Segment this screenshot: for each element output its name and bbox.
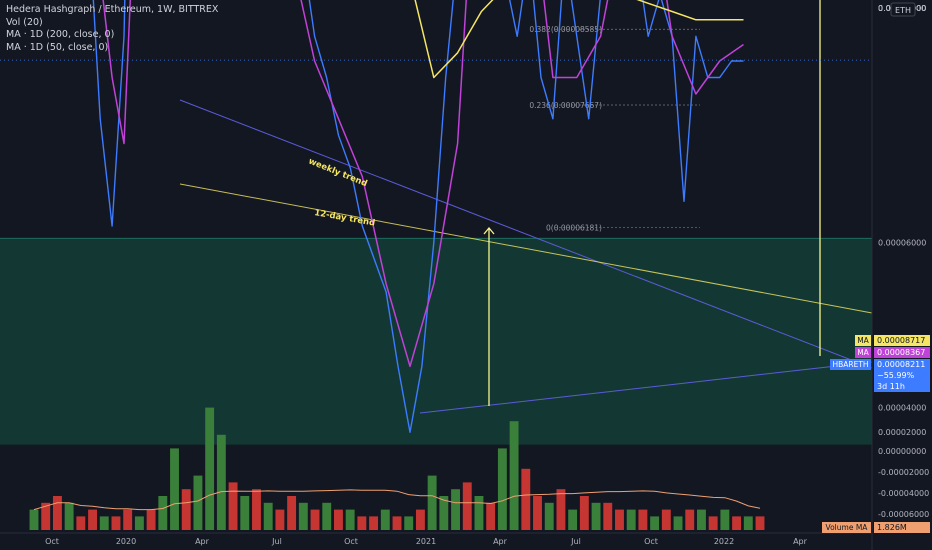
volume-bar <box>415 509 425 530</box>
volume-bar <box>263 502 273 530</box>
legend-volume[interactable]: Vol (20) <box>6 17 218 30</box>
volume-bar <box>486 502 496 530</box>
volume-bar <box>521 468 531 530</box>
volume-bar <box>287 496 297 530</box>
volume-bar <box>673 516 683 530</box>
volume-bar <box>579 496 589 530</box>
volume-bar <box>123 509 133 530</box>
ma200-tag-label: MA <box>857 336 869 345</box>
volume-bar <box>252 489 261 530</box>
volume-bar <box>404 516 414 530</box>
volume-tick-label: -0.00002000 <box>878 468 929 477</box>
legend-ma50[interactable]: MA · 1D (50, close, 0) <box>6 42 218 55</box>
volume-bar <box>134 516 144 530</box>
volume-bar <box>451 489 460 530</box>
volume-bar <box>568 509 578 530</box>
time-tick-label: Apr <box>793 537 808 546</box>
volume-bar <box>685 509 695 530</box>
ma50-tag-label: MA <box>857 348 869 357</box>
volume-bar <box>170 448 179 530</box>
volume-tick-label: -0.00004000 <box>878 489 929 498</box>
volume-bar <box>732 516 742 530</box>
volume-bar <box>334 509 343 530</box>
volume-bar <box>462 482 472 530</box>
volume-bar <box>216 434 226 530</box>
fib-label: 0(0.00006181) <box>546 224 602 233</box>
volume-tick-label: 0.00002000 <box>878 428 926 437</box>
volume-bar <box>591 502 601 530</box>
volume-bar <box>497 448 507 530</box>
volume-bar <box>29 509 39 530</box>
volume-bar <box>146 509 156 530</box>
volume-bar <box>380 509 390 530</box>
volume-bar <box>708 516 718 530</box>
chart-legend: Hedera Hashgraph / Ethereum, 1W, BITTREX… <box>6 4 218 54</box>
volume-bar <box>427 475 437 530</box>
currency-button-label: ETH <box>895 6 911 15</box>
fib-label: 0.382(0.00008585) <box>529 25 602 34</box>
volume-bar <box>88 509 97 530</box>
chart-canvas[interactable]: 4.236(0.00032838)3.618(0.00028949)2.618(… <box>0 0 932 550</box>
volume-bar <box>99 516 109 530</box>
time-tick-label: 2022 <box>714 537 734 546</box>
time-tick-label: Jul <box>570 537 581 546</box>
price-tag-countdown: 3d 11h <box>877 382 905 391</box>
volume-bar <box>743 516 753 530</box>
price-tick-label: 0.00004000 <box>878 404 926 413</box>
volume-bar <box>369 516 379 530</box>
volume-bar <box>755 516 765 530</box>
volume-bar <box>544 502 554 530</box>
time-tick-label: Apr <box>493 537 508 546</box>
volume-bar <box>638 509 648 530</box>
volume-bar <box>661 509 671 530</box>
time-tick-label: Oct <box>45 537 59 546</box>
volume-bar <box>615 509 624 530</box>
price-tag-value: 0.00008211 <box>877 360 925 369</box>
fib-label: 0.236(0.00007667) <box>529 101 602 110</box>
volume-bar <box>697 509 706 530</box>
volume-bar <box>509 421 519 530</box>
volume-ma-tag-label: Volume MA <box>826 523 869 532</box>
volume-ma-tag-value: 1.826M <box>877 523 907 532</box>
price-tag-label: HBARETH <box>832 360 868 369</box>
legend-title[interactable]: Hedera Hashgraph / Ethereum, 1W, BITTREX <box>6 4 218 17</box>
volume-bar <box>76 516 86 530</box>
volume-bar <box>64 502 74 530</box>
volume-bar <box>357 516 367 530</box>
volume-bar <box>298 502 308 530</box>
legend-ma200[interactable]: MA · 1D (200, close, 0) <box>6 29 218 42</box>
time-tick-label: Oct <box>344 537 358 546</box>
volume-bar <box>345 509 355 530</box>
volume-bar <box>205 407 215 530</box>
volume-bar <box>181 489 191 530</box>
volume-bar <box>193 475 203 530</box>
volume-bar <box>275 509 285 530</box>
time-tick-label: Oct <box>644 537 658 546</box>
volume-bar <box>474 496 484 530</box>
price-tick-label: 0.00006000 <box>878 239 926 248</box>
time-tick-label: 2021 <box>416 537 436 546</box>
ma200-tag-value: 0.00008717 <box>877 336 925 345</box>
volume-bar <box>603 502 613 530</box>
volume-bar <box>533 496 542 530</box>
volume-bar <box>556 489 566 530</box>
price-tag-change: −55.99% <box>877 371 915 380</box>
volume-tick-label: -0.00006000 <box>878 510 929 519</box>
time-tick-label: Apr <box>195 537 210 546</box>
time-tick-label: 2020 <box>116 537 136 546</box>
volume-bar <box>650 516 660 530</box>
volume-bar <box>626 509 636 530</box>
volume-bar <box>228 482 238 530</box>
volume-bar <box>392 516 402 530</box>
volume-bar <box>52 496 62 530</box>
ma50-tag-value: 0.00008367 <box>877 348 925 357</box>
time-tick-label: Jul <box>271 537 282 546</box>
volume-bar <box>111 516 121 530</box>
volume-tick-label: 0.00000000 <box>878 447 926 456</box>
volume-bar <box>310 509 320 530</box>
volume-bar <box>322 502 332 530</box>
volume-bar <box>240 496 250 530</box>
volume-bar <box>158 496 168 530</box>
volume-bar <box>720 509 730 530</box>
